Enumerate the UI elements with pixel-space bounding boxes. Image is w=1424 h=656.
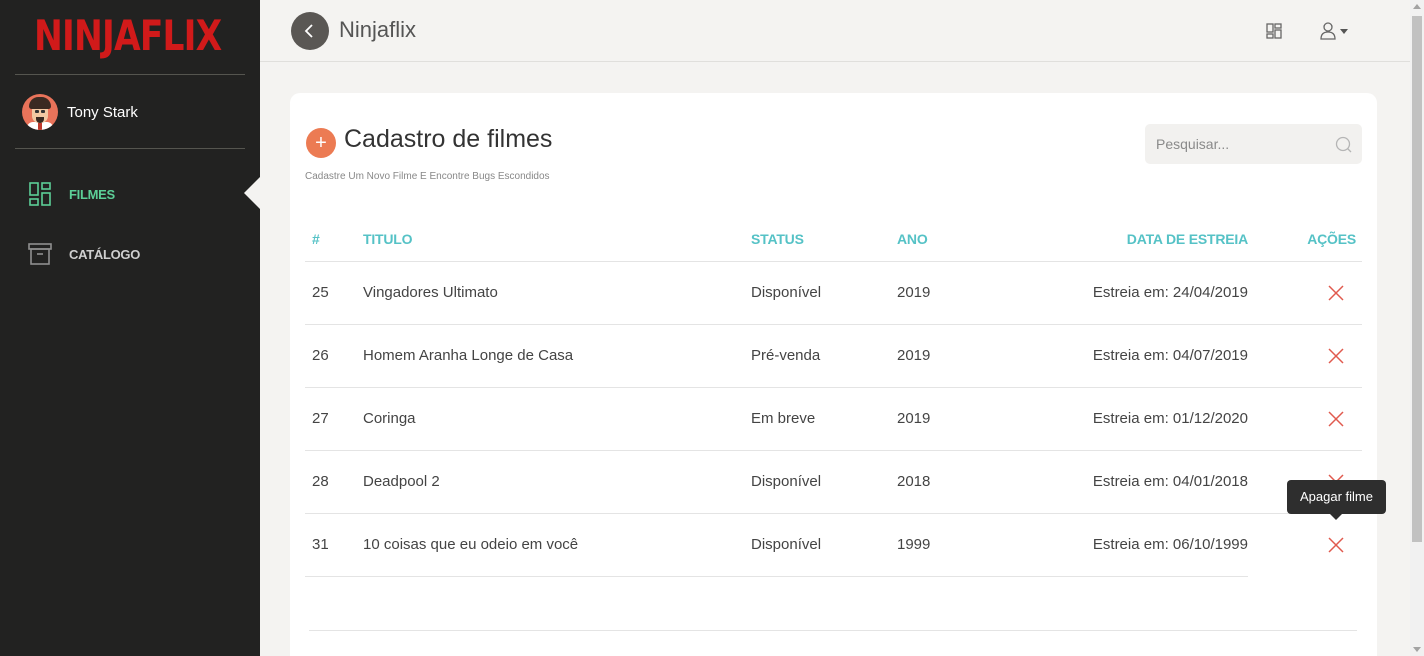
movie-id: 25 bbox=[305, 261, 363, 325]
column-header-year[interactable]: ANO bbox=[897, 218, 997, 262]
delete-movie-icon[interactable] bbox=[1328, 348, 1344, 364]
scroll-down-arrow-icon[interactable] bbox=[1413, 647, 1421, 652]
movie-year: 2019 bbox=[897, 261, 997, 325]
movie-id: 26 bbox=[305, 324, 363, 388]
movie-id: 28 bbox=[305, 450, 363, 514]
movie-year: 2018 bbox=[897, 450, 997, 514]
grid-layout-icon[interactable] bbox=[1266, 23, 1282, 39]
search-box bbox=[1145, 124, 1362, 164]
scrollbar-thumb[interactable] bbox=[1412, 16, 1422, 542]
back-button[interactable] bbox=[291, 12, 329, 50]
archive-box-icon bbox=[28, 241, 52, 267]
delete-movie-icon[interactable] bbox=[1328, 537, 1344, 553]
user-icon bbox=[1320, 22, 1336, 40]
avatar bbox=[22, 94, 58, 130]
table-row: 31 10 coisas que eu odeio em você Dispon… bbox=[305, 513, 1362, 577]
page-scrollbar[interactable] bbox=[1410, 0, 1424, 656]
sidebar-divider bbox=[15, 74, 245, 75]
search-input[interactable] bbox=[1145, 124, 1325, 164]
movie-id: 31 bbox=[305, 513, 363, 577]
movie-release-date: Estreia em: 24/04/2019 bbox=[997, 261, 1248, 325]
dashboard-icon bbox=[28, 181, 52, 207]
movie-year: 2019 bbox=[897, 324, 997, 388]
delete-movie-icon[interactable] bbox=[1328, 411, 1344, 427]
movie-status: Disponível bbox=[751, 513, 897, 577]
table-header-row: # TITULO STATUS ANO DATA DE ESTREIA AÇÕE… bbox=[305, 218, 1362, 262]
scroll-up-arrow-icon[interactable] bbox=[1413, 4, 1421, 9]
movie-release-date: Estreia em: 04/01/2018 bbox=[997, 450, 1248, 514]
movie-status: Em breve bbox=[751, 387, 897, 451]
add-movie-button[interactable]: + bbox=[306, 128, 336, 158]
page-subtitle: Cadastre Um Novo Filme E Encontre Bugs E… bbox=[305, 171, 550, 182]
column-header-title[interactable]: TITULO bbox=[363, 218, 751, 262]
movie-release-date: Estreia em: 01/12/2020 bbox=[997, 387, 1248, 451]
delete-tooltip: Apagar filme bbox=[1287, 480, 1386, 520]
back-arrow-icon bbox=[304, 24, 313, 38]
movie-title: 10 coisas que eu odeio em você bbox=[363, 513, 751, 577]
column-header-date[interactable]: DATA DE ESTREIA bbox=[997, 218, 1248, 262]
page-title: Cadastro de filmes bbox=[344, 125, 553, 153]
movie-release-date: Estreia em: 04/07/2019 bbox=[997, 324, 1248, 388]
sidebar: NINJAFLIX Tony Stark FILMES CATÁLOGO bbox=[0, 0, 260, 656]
delete-movie-icon[interactable] bbox=[1328, 285, 1344, 301]
search-icon[interactable] bbox=[1335, 136, 1352, 153]
table-row: 28 Deadpool 2 Disponível 2018 Estreia em… bbox=[305, 450, 1362, 514]
movies-card: + Cadastro de filmes Cadastre Um Novo Fi… bbox=[290, 93, 1377, 656]
table-row: 26 Homem Aranha Longe de Casa Pré-venda … bbox=[305, 324, 1362, 388]
user-name: Tony Stark bbox=[67, 103, 138, 121]
movies-table: # TITULO STATUS ANO DATA DE ESTREIA AÇÕE… bbox=[305, 218, 1362, 577]
sidebar-item-catalogo[interactable]: CATÁLOGO bbox=[28, 241, 140, 267]
movie-year: 2019 bbox=[897, 387, 997, 451]
movie-id: 27 bbox=[305, 387, 363, 451]
movie-release-date: Estreia em: 06/10/1999 bbox=[997, 513, 1248, 577]
table-row: 25 Vingadores Ultimato Disponível 2019 E… bbox=[305, 261, 1362, 325]
movie-year: 1999 bbox=[897, 513, 997, 577]
movie-status: Disponível bbox=[751, 261, 897, 325]
movie-title: Vingadores Ultimato bbox=[363, 261, 751, 325]
sidebar-item-label: CATÁLOGO bbox=[69, 246, 141, 262]
chevron-down-icon bbox=[1340, 28, 1348, 34]
app-title: Ninjaflix bbox=[339, 17, 417, 42]
column-header-status[interactable]: STATUS bbox=[751, 218, 897, 262]
table-row: 27 Coringa Em breve 2019 Estreia em: 01/… bbox=[305, 387, 1362, 451]
column-header-actions: AÇÕES bbox=[1248, 218, 1362, 262]
movie-status: Pré-venda bbox=[751, 324, 897, 388]
movie-title: Deadpool 2 bbox=[363, 450, 751, 514]
topbar: Ninjaflix bbox=[260, 0, 1410, 62]
active-indicator bbox=[244, 177, 260, 209]
sidebar-divider bbox=[15, 148, 245, 149]
movie-status: Disponível bbox=[751, 450, 897, 514]
movie-title: Homem Aranha Longe de Casa bbox=[363, 324, 751, 388]
column-header-id[interactable]: # bbox=[305, 218, 363, 262]
table-footer-divider bbox=[309, 630, 1357, 631]
movie-title: Coringa bbox=[363, 387, 751, 451]
user-profile[interactable]: Tony Stark bbox=[22, 94, 138, 130]
sidebar-item-label: FILMES bbox=[69, 186, 115, 202]
user-menu-button[interactable] bbox=[1320, 22, 1348, 40]
sidebar-item-filmes[interactable]: FILMES bbox=[28, 181, 115, 207]
ninjaflix-logo[interactable]: NINJAFLIX bbox=[34, 12, 222, 60]
